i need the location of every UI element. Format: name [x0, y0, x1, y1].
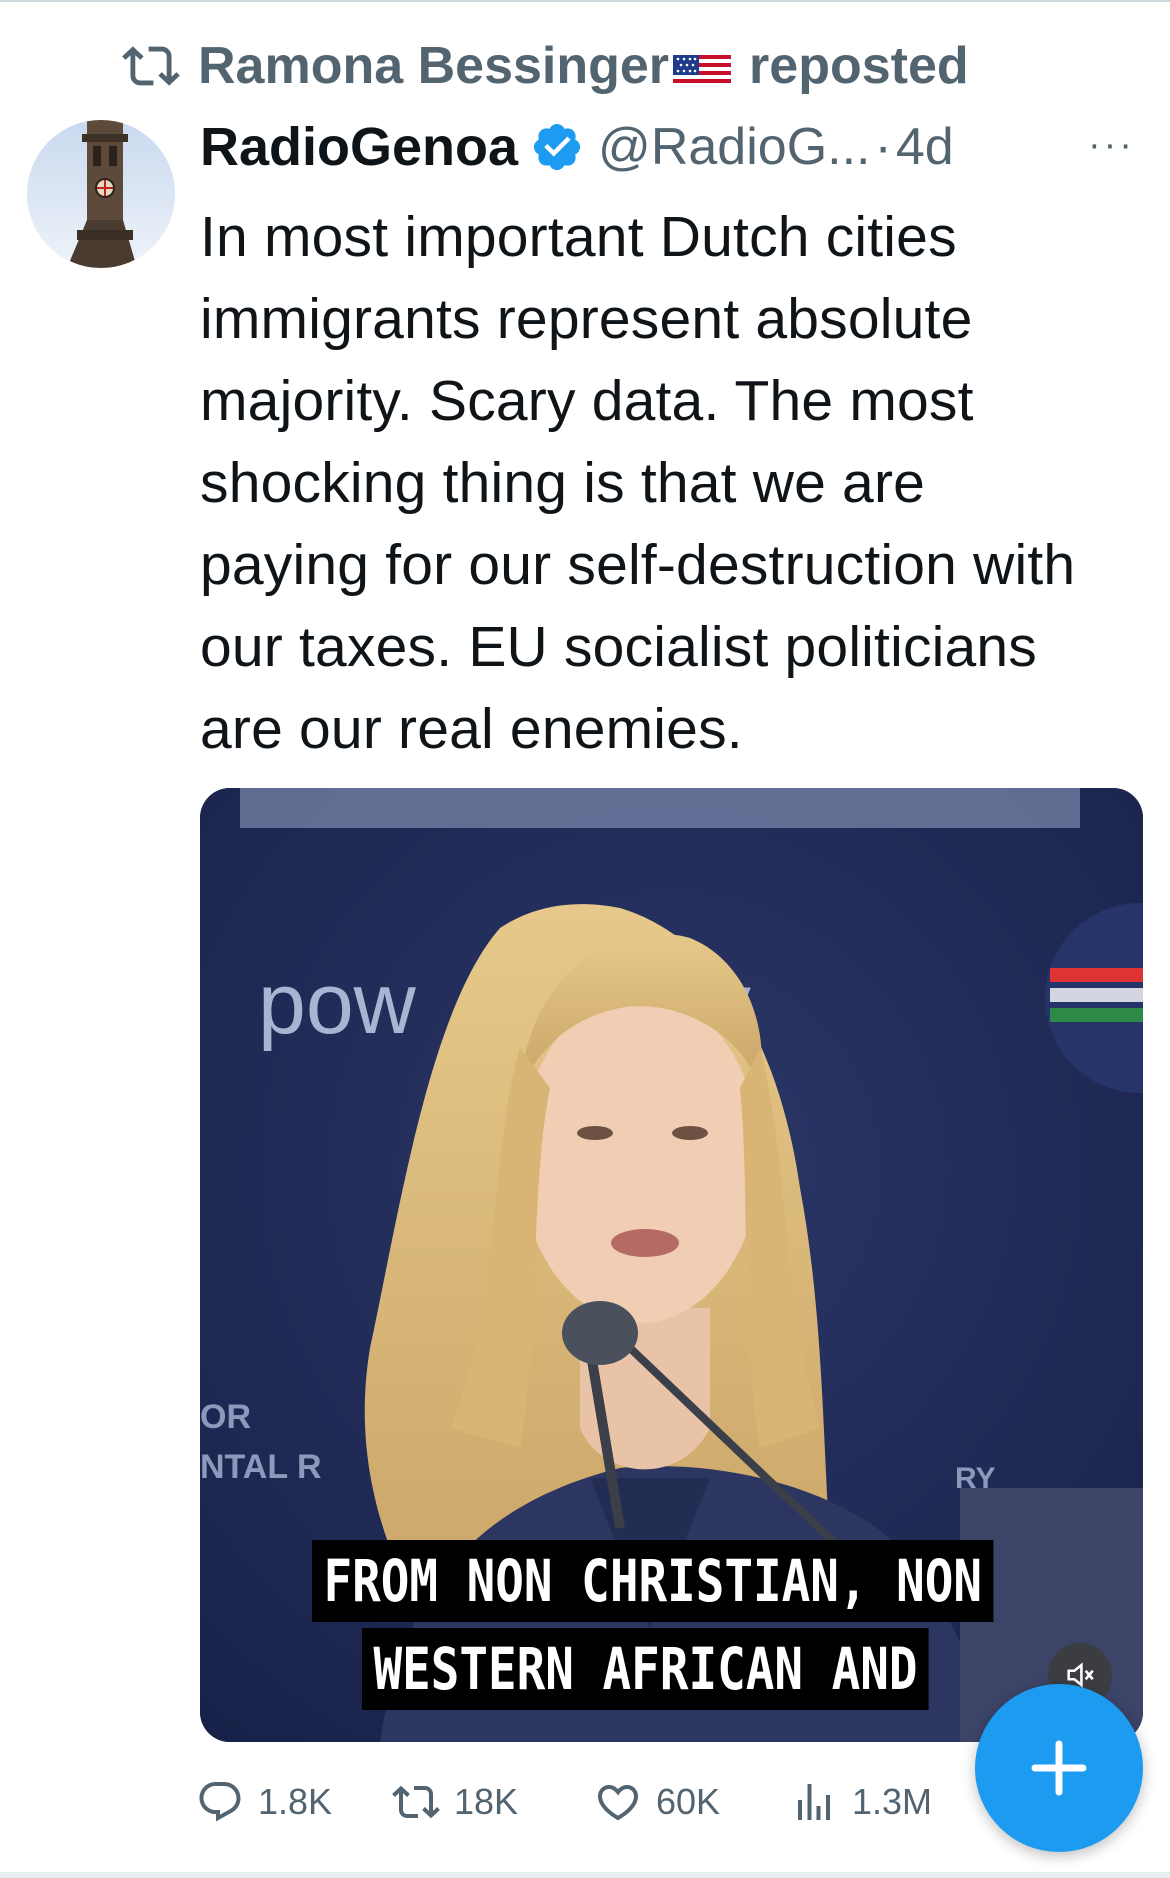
top-divider — [0, 0, 1170, 2]
repost-icon — [122, 46, 180, 86]
backdrop-small-2: NTAL R — [200, 1448, 322, 1486]
display-name[interactable]: RadioGenoa — [200, 116, 518, 178]
plus-icon — [1031, 1740, 1087, 1796]
reply-button[interactable]: 1.8K — [196, 1772, 332, 1832]
heart-icon — [597, 1785, 639, 1821]
handle[interactable]: @RadioG... — [598, 117, 870, 177]
tower-avatar-image — [27, 120, 175, 268]
verified-badge-icon — [533, 123, 581, 171]
repost-user[interactable]: Ramona Bessinger — [198, 36, 669, 96]
bottom-divider — [0, 1872, 1170, 1878]
repost-label: reposted — [749, 37, 969, 95]
post-text: In most important Dutch cities immigrant… — [200, 205, 1076, 761]
us-flag-icon — [673, 46, 732, 86]
views-count: 1.3M — [852, 1781, 933, 1822]
caption-line-2: WESTERN AFRICAN AND — [362, 1628, 930, 1710]
repost-icon — [392, 1785, 440, 1819]
avatar[interactable] — [27, 120, 175, 268]
repost-count: 18K — [454, 1781, 519, 1822]
caption-line-1: FROM NON CHRISTIAN, NON — [312, 1540, 994, 1622]
backdrop-small-1: OR — [200, 1398, 251, 1436]
like-count: 60K — [656, 1781, 721, 1822]
post-time[interactable]: 4d — [896, 117, 954, 177]
post-author-row: RadioGenoa @RadioG... · 4d — [200, 115, 954, 179]
repost-context[interactable]: Ramona Bessinger reposted — [122, 36, 969, 96]
views-button[interactable]: 1.3M — [790, 1772, 932, 1832]
more-icon[interactable]: ··· — [1088, 126, 1148, 164]
repost-button[interactable]: 18K — [392, 1772, 518, 1832]
views-chart-icon — [798, 1784, 830, 1820]
post-actions: 1.8K 18K 60K 1.3M — [196, 1772, 976, 1832]
compose-button[interactable] — [975, 1684, 1143, 1852]
like-button[interactable]: 60K — [594, 1772, 720, 1832]
backdrop-text-left: pow — [258, 956, 417, 1052]
video-player[interactable]: pow oy OR NTAL R RY FROM NON CHRISTIAN, … — [200, 788, 1143, 1742]
reply-count: 1.8K — [258, 1781, 333, 1822]
reply-icon — [199, 1782, 241, 1822]
time-separator: · — [874, 118, 892, 176]
